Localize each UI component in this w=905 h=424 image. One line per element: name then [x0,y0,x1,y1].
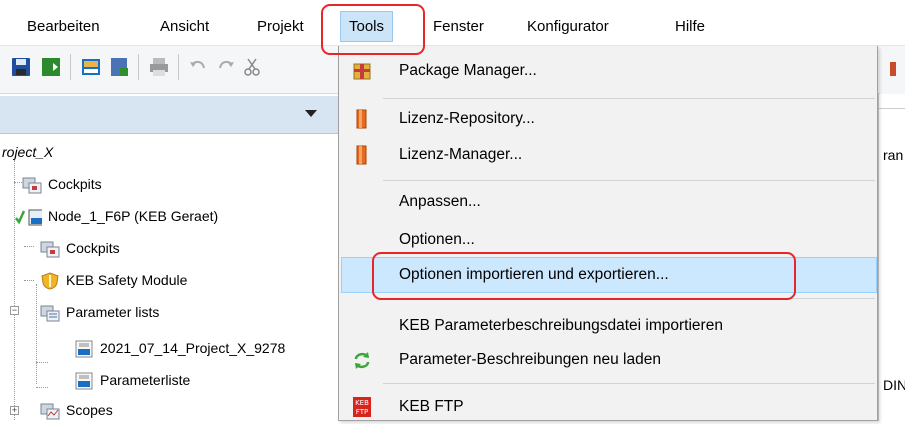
tree-item-label: Node_1_F6P (KEB Geraet) [48,208,219,224]
tools-dropdown-menu: Package Manager... Lizenz-Repository... … [338,46,878,421]
menu-tools[interactable]: Tools [340,11,394,42]
editor-text: DIN [883,377,905,393]
keb-parameter-icon [75,340,93,358]
toolbar-tool-icon[interactable] [886,58,900,78]
save-icon[interactable] [10,56,32,78]
project-panel-header[interactable] [0,96,338,134]
menu-item-lizenz-manager[interactable]: Lizenz-Manager... [341,138,877,172]
chevron-down-icon[interactable] [305,110,317,117]
tree-item-parameterliste[interactable]: Parameterliste [74,368,190,392]
menu-item-optionen-import-export[interactable]: Optionen importieren und exportieren... [341,257,877,293]
tree-item-label: Scopes [66,402,113,418]
menu-item-label: Lizenz-Manager... [399,146,523,163]
tree-connector [36,284,37,384]
tree-item-label: Parameter lists [66,304,160,320]
menu-separator [383,298,875,299]
keb-node-icon [15,209,42,226]
menu-item-keb-parameterbeschreibung-import[interactable]: KEB Parameterbeschreibungsdatei importie… [341,309,877,343]
menu-item-anpassen[interactable]: Anpassen... [341,185,877,219]
tree-connector [24,280,34,281]
project-tree: roject_X Cockpits Node_1_F6P (KEB Geraet… [0,134,338,421]
menu-item-label: KEB FTP [399,398,464,415]
parameter-list-icon [40,305,60,322]
document-icon[interactable] [108,56,130,78]
tree-item-scopes[interactable]: Scopes [40,398,113,422]
menu-separator [383,383,875,384]
tree-connector [36,362,48,363]
keb-parameter-icon [75,372,93,390]
menu-hilfe[interactable]: Hilfe [675,16,705,38]
tree-collapse-toggle[interactable]: − [10,306,19,315]
menu-item-label: Package Manager... [399,62,537,79]
print-icon[interactable] [148,56,170,78]
editor-area: ran DIN [878,94,905,421]
tree-item-label: Cockpits [48,176,102,192]
tree-item-cockpits[interactable]: Cockpits [22,172,102,196]
tree-item-parameter-file[interactable]: 2021_07_14_Project_X_9278 [74,336,285,360]
cut-icon[interactable] [241,56,263,78]
menu-item-keb-ftp[interactable]: KEB FTP KEB FTP [341,390,877,424]
tree-item-label: KEB Safety Module [66,272,188,288]
tree-item-parameter-lists[interactable]: Parameter lists [40,300,159,324]
scope-icon [40,403,60,420]
cockpit-icon [22,177,42,194]
menu-separator [383,98,875,99]
toolbar-separator [138,54,139,80]
tree-item-node[interactable]: Node_1_F6P (KEB Geraet) [8,204,218,228]
keb-ftp-icon: KEB FTP [353,397,371,417]
menu-fenster[interactable]: Fenster [433,16,484,38]
refresh-icon [354,352,370,369]
menu-item-label: Lizenz-Repository... [399,110,535,127]
keb-device-icon[interactable] [80,56,102,78]
tree-item-label: Cockpits [66,240,120,256]
svg-text:KEB: KEB [355,399,369,407]
menu-item-label: Anpassen... [399,193,481,210]
tree-item-cockpits-node[interactable]: Cockpits [40,236,120,260]
menu-projekt[interactable]: Projekt [257,16,304,38]
tree-item-label: Parameterliste [100,372,191,388]
license-icon [356,145,367,165]
editor-text: ran [883,147,904,163]
tree-root-project[interactable]: roject_X [2,140,53,164]
menu-item-label: Optionen... [399,231,475,248]
toolbar-separator [70,54,71,80]
tree-item-label: 2021_07_14_Project_X_9278 [100,340,286,356]
menu-item-label: Optionen importieren und exportieren... [399,266,669,283]
redo-icon[interactable] [215,56,237,78]
menu-bar: Bearbeiten Ansicht Projekt Tools Fenster… [0,0,905,46]
tree-item-safety-module[interactable]: KEB Safety Module [40,268,187,292]
svg-text:FTP: FTP [356,408,368,416]
menu-separator [383,180,875,181]
tree-expand-toggle[interactable]: + [10,406,19,415]
menu-item-parameter-beschreibungen-neu-laden[interactable]: Parameter-Beschreibungen neu laden [341,343,877,377]
shield-icon [41,272,59,290]
import-icon[interactable] [40,56,62,78]
menu-item-lizenz-repository[interactable]: Lizenz-Repository... [341,102,877,136]
menu-item-label: Parameter-Beschreibungen neu laden [399,351,661,368]
menu-bearbeiten[interactable]: Bearbeiten [27,16,100,38]
tree-connector [24,246,34,247]
menu-konfigurator[interactable]: Konfigurator [527,16,609,38]
menu-item-optionen[interactable]: Optionen... [341,223,877,257]
tree-connector [36,387,48,388]
package-icon [353,63,371,80]
toolbar-overflow [880,46,905,94]
menu-item-package-manager[interactable]: Package Manager... [341,54,877,88]
toolbar-separator [178,54,179,80]
undo-icon[interactable] [187,56,209,78]
tree-connector [14,160,15,420]
cockpit-icon [40,241,60,258]
license-icon [356,109,367,129]
menu-item-label: KEB Parameterbeschreibungsdatei importie… [399,317,723,334]
menu-ansicht[interactable]: Ansicht [160,16,209,38]
